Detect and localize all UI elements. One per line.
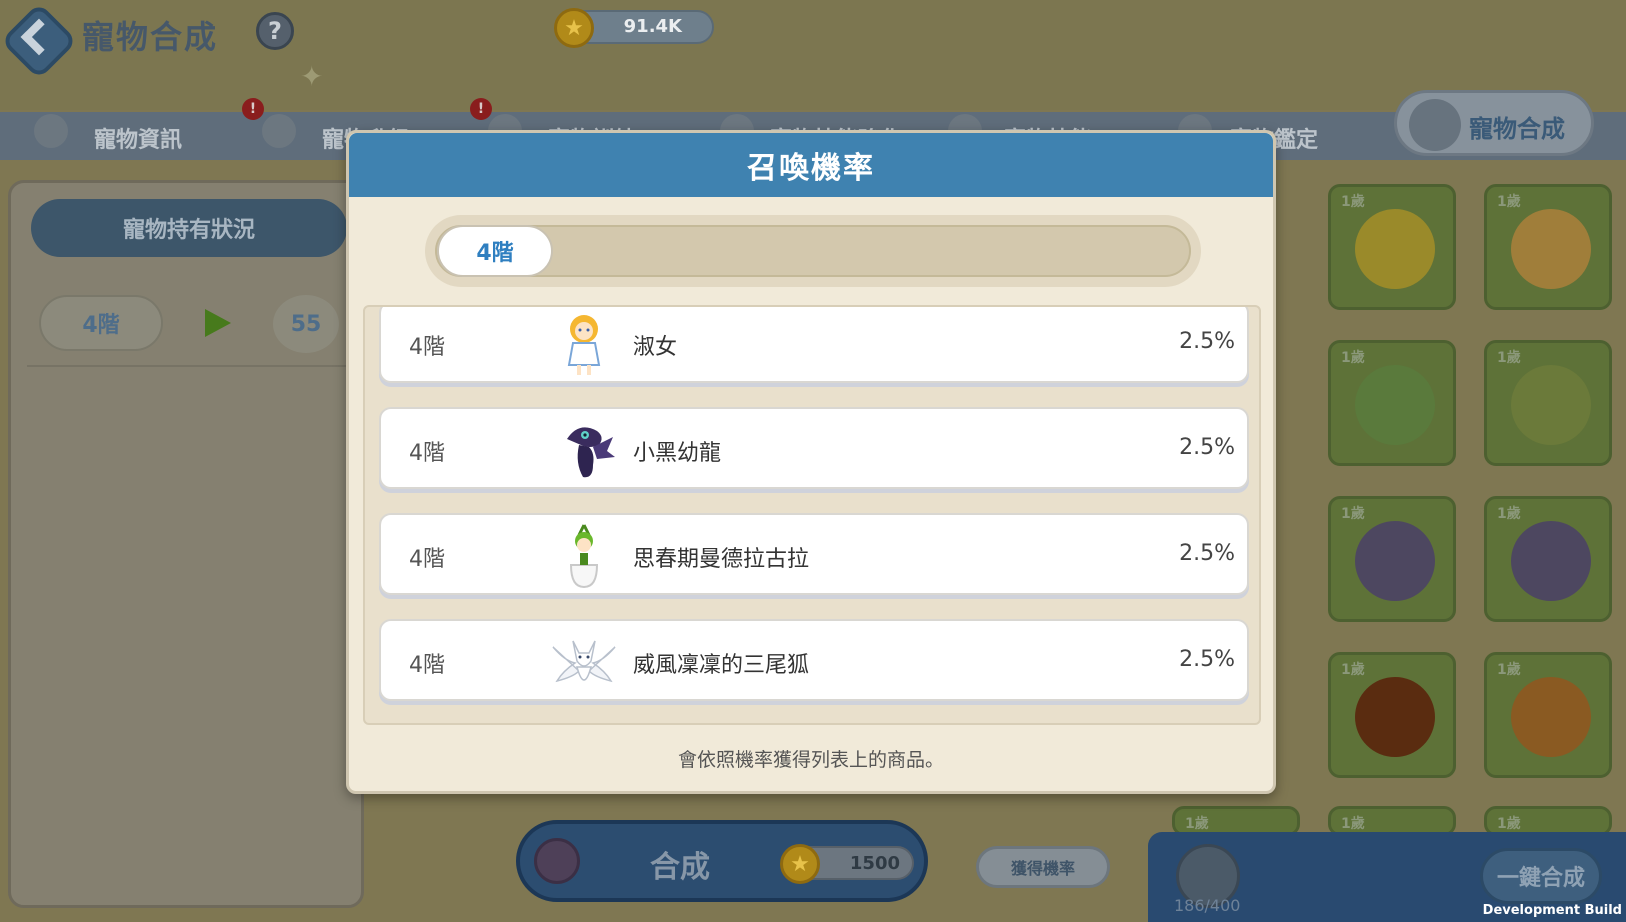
pumpkin-pet-icon	[1511, 677, 1591, 757]
sprout-pet-icon	[1355, 365, 1435, 445]
page-title: 寵物合成	[82, 18, 219, 56]
pet-age: 1歲	[1497, 194, 1521, 210]
pet-age: 1歲	[1341, 194, 1365, 210]
lady-pet-icon	[567, 315, 601, 375]
synthesis-cost: ★ 1500	[780, 844, 914, 884]
pet-card[interactable]: 1歲	[1328, 652, 1456, 778]
item-rate: 2.5%	[1179, 541, 1235, 566]
hooded-pet-icon	[1355, 521, 1435, 601]
pet-capacity: 186/400	[1174, 896, 1241, 915]
pet-card[interactable]: 1歲	[1484, 184, 1612, 310]
item-tier: 4階	[409, 441, 445, 466]
modal-title: 召喚機率	[349, 133, 1273, 197]
summon-probability-modal: 召喚機率 4階 4階 淑女 2.5% 4階 小黑幼龍 2.5% 4階 思春期曼德…	[346, 130, 1276, 794]
pet-count: 55	[273, 295, 339, 353]
sunflower-pet-icon	[1355, 209, 1435, 289]
item-rate: 2.5%	[1179, 647, 1235, 672]
pet-age: 1歲	[1497, 662, 1521, 678]
cost-value: 1500	[849, 853, 900, 874]
sparkle-icon: ✦	[300, 60, 324, 93]
three-tail-fox-pet-icon	[552, 640, 616, 683]
hooded-pet-icon	[1511, 521, 1591, 601]
pet-age: 1歲	[1497, 816, 1521, 832]
pet-upgrade-icon	[262, 114, 296, 148]
item-tier: 4階	[409, 653, 445, 678]
bean-pet-icon	[1355, 677, 1435, 757]
pet-card[interactable]: 1歲	[1484, 340, 1612, 466]
tab-pet-synthesis[interactable]: 寵物合成	[1394, 90, 1594, 156]
acquire-probability-button[interactable]: 獲得機率	[976, 846, 1110, 888]
item-rate: 2.5%	[1179, 435, 1235, 460]
probability-list[interactable]: 4階 淑女 2.5% 4階 小黑幼龍 2.5% 4階 思春期曼德拉古拉 2.5%…	[363, 305, 1261, 725]
coin-balance: ★ 91.4K	[554, 8, 714, 48]
one-click-synthesis-button[interactable]: 一鍵合成	[1480, 848, 1602, 904]
pet-card[interactable]: 1歲	[1328, 184, 1456, 310]
tier-filter-bar: 4階	[425, 215, 1201, 287]
pet-card[interactable]: 1歲	[1328, 496, 1456, 622]
pet-synthesis-icon	[1409, 99, 1461, 151]
alert-badge: !	[242, 98, 264, 120]
flower-pet-icon	[1511, 209, 1591, 289]
help-button[interactable]: ?	[256, 12, 294, 50]
item-name: 淑女	[633, 335, 678, 360]
pet-card[interactable]: 1歲	[1328, 340, 1456, 466]
sprout-pet-icon	[1511, 365, 1591, 445]
pet-age: 1歲	[1341, 662, 1365, 678]
tier-filter-chip[interactable]: 4階	[437, 225, 553, 277]
list-item: 4階 思春期曼德拉古拉 2.5%	[379, 513, 1249, 595]
stage-selector[interactable]: 4階	[39, 295, 163, 351]
pet-card[interactable]: 1歲	[1484, 652, 1612, 778]
arrow-right-icon	[205, 309, 231, 337]
item-tier: 4階	[409, 547, 445, 572]
synthesize-button[interactable]: 合成 ★ 1500	[516, 820, 928, 902]
mandragora-pet-icon	[569, 524, 599, 589]
tab-label: 寵物合成	[1469, 115, 1565, 143]
top-bar: 寵物合成 ? ✦ ★ 91.4K	[0, 0, 1626, 110]
synthesis-icon	[534, 838, 580, 884]
coin-value: 91.4K	[623, 16, 682, 37]
list-item: 4階 淑女 2.5%	[379, 307, 1249, 383]
item-name: 威風凜凜的三尾狐	[633, 653, 810, 678]
item-rate: 2.5%	[1179, 329, 1235, 354]
pet-card[interactable]: 1歲	[1484, 496, 1612, 622]
tab-label: 寵物資訊	[94, 128, 183, 153]
panel-title: 寵物持有狀況	[31, 199, 347, 257]
coin-icon: ★	[554, 8, 594, 48]
dev-build-label: Development Build	[1482, 903, 1622, 918]
black-dragon-pet-icon	[567, 427, 615, 478]
synthesize-label: 合成	[650, 850, 710, 885]
list-item: 4階 威風凜凜的三尾狐 2.5%	[379, 619, 1249, 701]
pet-age: 1歲	[1497, 350, 1521, 366]
pet-age: 1歲	[1341, 350, 1365, 366]
coin-icon: ★	[780, 844, 820, 884]
item-name: 小黑幼龍	[633, 441, 722, 466]
item-tier: 4階	[409, 335, 445, 360]
probability-note: 會依照機率獲得列表上的商品。	[677, 749, 944, 771]
item-name: 思春期曼德拉古拉	[633, 547, 810, 572]
pet-age: 1歲	[1341, 506, 1365, 522]
pet-age: 1歲	[1341, 816, 1365, 832]
pet-age: 1歲	[1497, 506, 1521, 522]
list-item: 4階 小黑幼龍 2.5%	[379, 407, 1249, 489]
pet-info-icon	[34, 114, 68, 148]
pet-ownership-panel: 寵物持有狀況 4階 55	[8, 180, 364, 908]
alert-badge: !	[470, 98, 492, 120]
divider	[27, 365, 347, 367]
pet-age: 1歲	[1185, 816, 1209, 832]
